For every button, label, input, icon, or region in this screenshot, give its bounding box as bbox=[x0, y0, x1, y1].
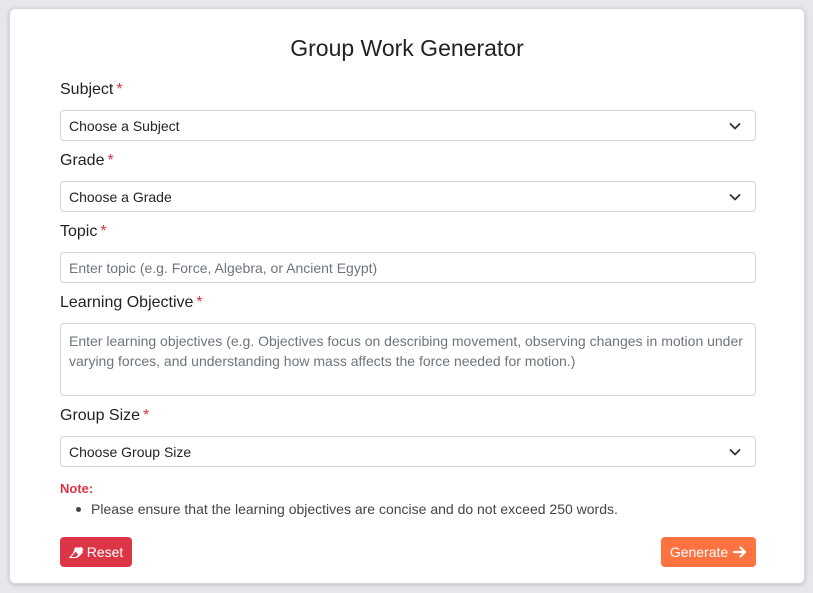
group-size-select[interactable]: Choose Group Size bbox=[60, 436, 756, 467]
topic-label: Topic * bbox=[60, 223, 107, 240]
eraser-icon bbox=[68, 546, 84, 558]
reset-button-label: Reset bbox=[86, 544, 124, 560]
learning-objective-textarea[interactable]: Enter learning objectives (e.g. Objectiv… bbox=[60, 323, 756, 396]
note-list-item: Please ensure that the learning objectiv… bbox=[76, 501, 618, 517]
chevron-down-icon bbox=[729, 194, 741, 201]
note-text: Please ensure that the learning objectiv… bbox=[91, 501, 618, 517]
group-size-label: Group Size * bbox=[60, 407, 150, 424]
required-marker: * bbox=[107, 152, 114, 169]
chevron-down-icon bbox=[729, 123, 741, 130]
generate-button[interactable]: Generate bbox=[661, 537, 756, 567]
grade-select-value: Choose a Grade bbox=[69, 188, 172, 205]
required-marker: * bbox=[143, 407, 150, 424]
grade-select[interactable]: Choose a Grade bbox=[60, 181, 756, 212]
generate-button-label: Generate bbox=[669, 544, 729, 560]
grade-label: Grade * bbox=[60, 152, 114, 169]
subject-select[interactable]: Choose a Subject bbox=[60, 110, 756, 141]
topic-input-placeholder: Enter topic (e.g. Force, Algebra, or Anc… bbox=[69, 259, 378, 276]
required-marker: * bbox=[196, 294, 203, 311]
reset-button[interactable]: Reset bbox=[60, 537, 132, 567]
group-work-form-card: Group Work Generator Subject * Choose a S… bbox=[9, 8, 805, 584]
group-size-select-value: Choose Group Size bbox=[69, 443, 192, 460]
arrow-right-icon bbox=[733, 546, 747, 558]
topic-input[interactable]: Enter topic (e.g. Force, Algebra, or Anc… bbox=[60, 252, 756, 283]
subject-select-value: Choose a Subject bbox=[69, 117, 180, 134]
chevron-down-icon bbox=[729, 449, 741, 456]
page-title: Group Work Generator bbox=[290, 35, 524, 61]
learning-objective-label: Learning Objective * bbox=[60, 294, 203, 311]
learning-objective-placeholder: Enter learning objectives (e.g. Objectiv… bbox=[69, 333, 743, 369]
subject-label: Subject * bbox=[60, 81, 123, 98]
required-marker: * bbox=[116, 81, 123, 98]
bullet-icon bbox=[76, 506, 81, 512]
note-title: Note: bbox=[60, 481, 94, 496]
required-marker: * bbox=[100, 223, 107, 240]
